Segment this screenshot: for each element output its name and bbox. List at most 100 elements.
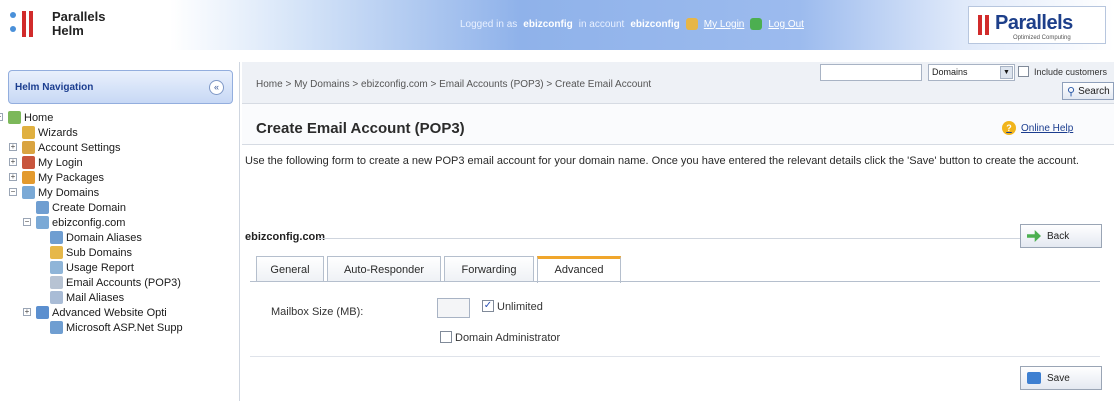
nav-item[interactable]: Mail Aliases: [0, 290, 239, 305]
brand[interactable]: Parallels Helm: [10, 8, 106, 40]
nav-item[interactable]: + My Login: [0, 155, 239, 170]
tab-forwarding[interactable]: Forwarding: [444, 256, 534, 282]
intro-text: Use the following form to create a new P…: [245, 155, 1079, 167]
expand-icon[interactable]: +: [9, 158, 17, 166]
online-help-link[interactable]: ? Online Help: [1002, 121, 1073, 135]
nav-item-icon: [22, 171, 35, 184]
logged-in-text: Logged in as: [460, 18, 518, 30]
nav-item-icon: [36, 216, 49, 229]
nav-item-label: Advanced Website Opti: [52, 306, 167, 319]
search-input[interactable]: [820, 64, 922, 81]
app-header: Parallels Helm Logged in as ebizconfig i…: [0, 0, 1114, 50]
tab-divider: [250, 281, 1100, 282]
save-button[interactable]: Save: [1020, 366, 1102, 390]
nav-item[interactable]: Create Domain: [0, 200, 239, 215]
arrow-right-icon: [1027, 230, 1041, 242]
search-button[interactable]: ⚲ Search: [1062, 82, 1114, 100]
nav-item-label: Mail Aliases: [66, 291, 125, 304]
tab-bar: General Auto-Responder Forwarding Advanced: [256, 256, 624, 283]
nav-item-label: My Domains: [38, 186, 100, 199]
nav-item-label: Microsoft ASP.Net Supp: [66, 321, 183, 334]
save-button-label: Save: [1047, 372, 1070, 384]
divider: [250, 356, 1100, 357]
back-button[interactable]: Back: [1020, 224, 1102, 248]
domain-admin-label: Domain Administrator: [455, 332, 561, 344]
account-name: ebizconfig: [630, 18, 680, 30]
nav-item[interactable]: − Home: [0, 110, 239, 125]
nav-item[interactable]: Domain Aliases: [0, 230, 239, 245]
include-customers-label: Include customers: [1034, 67, 1108, 77]
nav-item-icon: [50, 321, 63, 334]
unlimited-checkbox[interactable]: ✓: [482, 300, 494, 312]
nav-item[interactable]: − ebizconfig.com: [0, 215, 239, 230]
unlimited-label: Unlimited: [497, 301, 543, 313]
expand-icon[interactable]: +: [9, 173, 17, 181]
help-icon: ?: [1002, 121, 1016, 135]
nav-item-icon: [50, 291, 63, 304]
mailbox-size-label: Mailbox Size (MB):: [271, 306, 364, 318]
nav-item-label: Domain Aliases: [66, 231, 142, 244]
brand-product: Helm: [52, 23, 84, 38]
nav-header: Helm Navigation «: [8, 70, 233, 104]
nav-item-label: Sub Domains: [66, 246, 133, 259]
nav-item-label: Wizards: [38, 126, 78, 139]
nav-item-label: Create Domain: [52, 201, 126, 214]
nav-item[interactable]: − My Domains: [0, 185, 239, 200]
nav-item-icon: [22, 186, 35, 199]
nav-item[interactable]: + My Packages: [0, 170, 239, 185]
mailbox-size-input[interactable]: [437, 298, 470, 318]
my-login-link[interactable]: My Login: [704, 19, 745, 30]
breadcrumb[interactable]: Home > My Domains > ebizconfig.com > Ema…: [256, 79, 651, 90]
collapse-icon[interactable]: «: [209, 80, 224, 95]
breadcrumb-bar: Home > My Domains > ebizconfig.com > Ema…: [242, 62, 1114, 104]
expand-icon[interactable]: +: [23, 308, 31, 316]
nav-item-label: Account Settings: [38, 141, 121, 154]
nav-item-icon: [50, 276, 63, 289]
nav-item-icon: [36, 201, 49, 214]
nav-item-icon: [8, 111, 21, 124]
search-scope-select[interactable]: Domains ▼: [928, 64, 1015, 81]
log-out-link[interactable]: Log Out: [768, 19, 804, 30]
search-scope-value: Domains: [932, 67, 968, 77]
collapse-tree-icon[interactable]: −: [23, 218, 31, 226]
tab-auto-responder[interactable]: Auto-Responder: [327, 256, 441, 282]
corner-logo-word: Parallels: [995, 12, 1073, 34]
nav-item-label: Usage Report: [66, 261, 134, 274]
collapse-tree-icon[interactable]: −: [0, 113, 3, 121]
nav-item-label: Email Accounts (POP3): [66, 276, 181, 289]
include-customers-checkbox[interactable]: [1018, 66, 1029, 77]
search-button-label: Search: [1078, 85, 1110, 97]
nav-item-label: ebizconfig.com: [52, 216, 126, 229]
nav-item[interactable]: Email Accounts (POP3): [0, 275, 239, 290]
search-icon: ⚲: [1067, 85, 1076, 98]
nav-item-label: My Login: [38, 156, 83, 169]
nav-item-icon: [36, 306, 49, 319]
username: ebizconfig: [523, 18, 573, 30]
nav-item[interactable]: + Account Settings: [0, 140, 239, 155]
nav-item[interactable]: Wizards: [0, 125, 239, 140]
parallels-corner-logo: Parallels Optimized Computing: [968, 6, 1106, 44]
nav-tree: − Home Wizards + Account Settings + My Login + M…: [0, 110, 239, 335]
nav-item-label: My Packages: [38, 171, 105, 184]
nav-item[interactable]: Usage Report: [0, 260, 239, 275]
nav-item[interactable]: + Advanced Website Opti: [0, 305, 239, 320]
parallels-logo-icon: [10, 8, 42, 40]
logout-icon: [750, 18, 763, 30]
domain-heading: ebizconfig.com: [245, 231, 326, 243]
tab-general[interactable]: General: [256, 256, 324, 282]
expand-icon[interactable]: +: [9, 143, 17, 151]
nav-title: Helm Navigation: [15, 82, 94, 93]
chevron-down-icon: ▼: [1000, 66, 1013, 79]
user-icon: [685, 18, 698, 30]
nav-item[interactable]: Microsoft ASP.Net Supp: [0, 320, 239, 335]
tab-advanced[interactable]: Advanced: [537, 256, 621, 283]
nav-item-icon: [22, 141, 35, 154]
in-account-text: in account: [578, 18, 625, 30]
nav-item-label: Home: [24, 111, 54, 124]
nav-item-icon: [50, 231, 63, 244]
domain-admin-checkbox[interactable]: [440, 331, 452, 343]
nav-item[interactable]: Sub Domains: [0, 245, 239, 260]
collapse-tree-icon[interactable]: −: [9, 188, 17, 196]
nav-item-icon: [22, 126, 35, 139]
nav-item-icon: [50, 261, 63, 274]
